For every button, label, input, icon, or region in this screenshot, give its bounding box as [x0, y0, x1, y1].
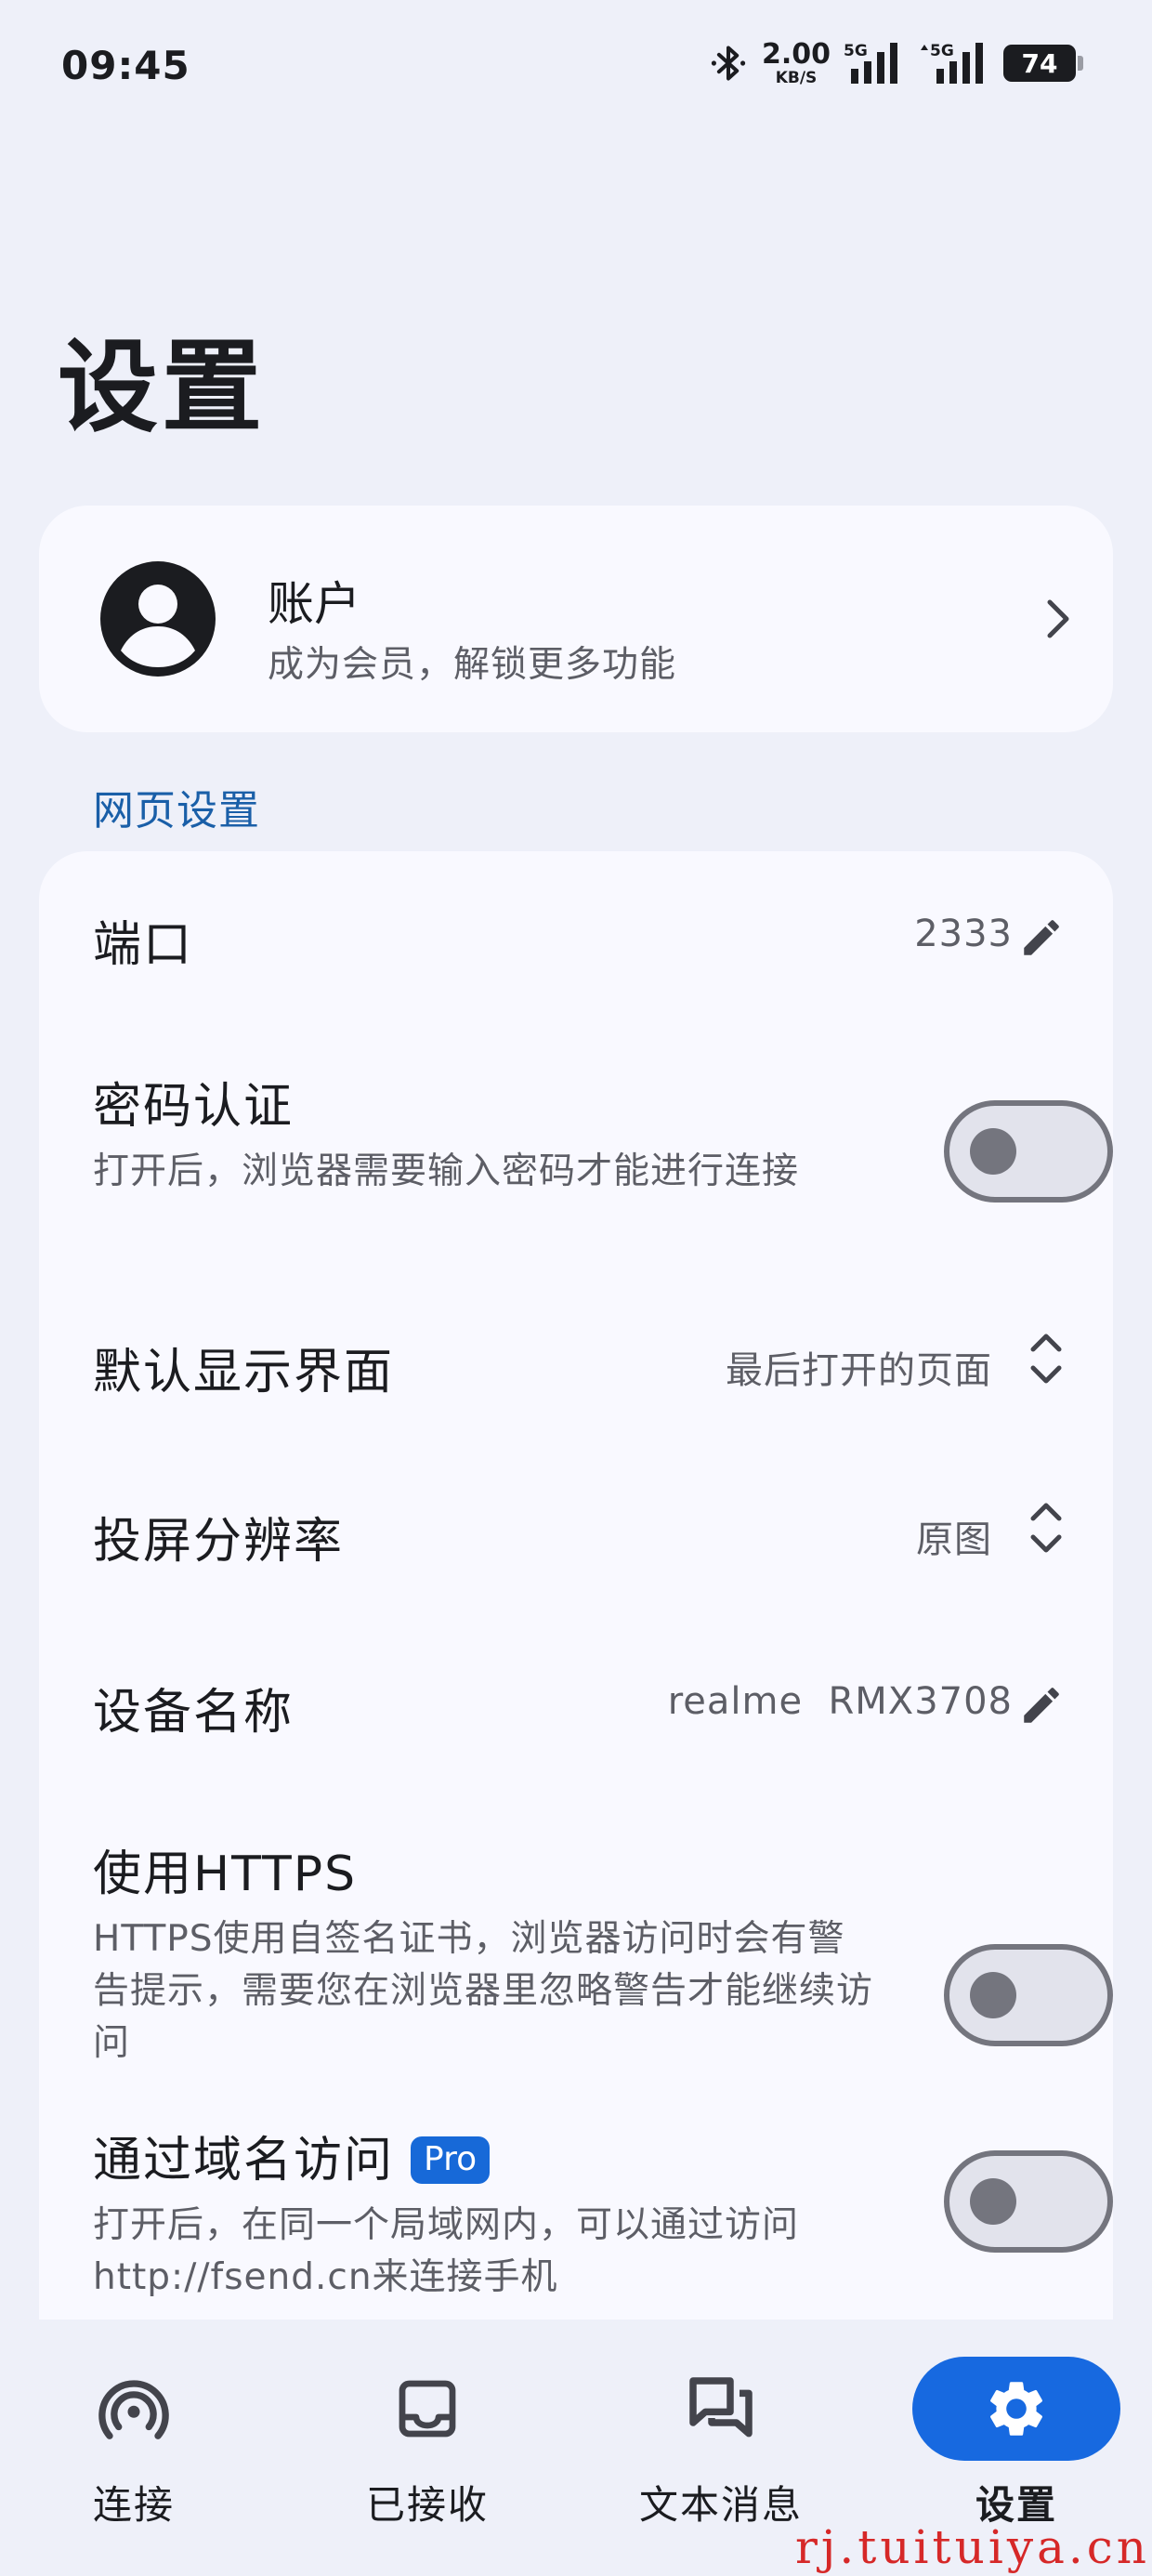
nav-label-connect: 连接 [92, 2482, 175, 2528]
status-time: 09:45 [61, 43, 190, 88]
section-title-web-settings: 网页设置 [93, 787, 260, 835]
setting-port-value: 2333 [914, 913, 1013, 955]
https-toggle[interactable] [944, 1944, 1113, 2046]
setting-cast-resolution-value: 原图 [916, 1518, 992, 1561]
password-auth-toggle[interactable] [944, 1100, 1113, 1203]
setting-domain-access[interactable]: 通过域名访问 Pro 打开后，在同一个局域网内，可以通过访问http://fsen… [93, 2121, 1113, 2320]
setting-password-auth[interactable]: 密码认证 打开后，浏览器需要输入密码才能进行连接 [93, 1067, 1113, 1253]
nav-label-received: 已接收 [365, 2482, 489, 2528]
network-speed-value: 2.00 [761, 37, 831, 71]
account-avatar-icon [100, 561, 216, 677]
signal1-label: 5G [844, 42, 868, 60]
edit-icon[interactable] [1018, 1682, 1065, 1728]
account-subtitle: 成为会员，解锁更多功能 [268, 644, 677, 686]
setting-https[interactable]: 使用HTTPS HTTPS使用自签名证书，浏览器访问时会有警告提示，需要您在浏览… [93, 1834, 1113, 2076]
setting-domain-access-title-text: 通过域名访问 [93, 2133, 395, 2188]
inbox-icon [399, 2380, 456, 2438]
signal-5g-data-icon: 5G [921, 42, 983, 84]
network-speed-unit: KB/S [775, 68, 818, 87]
chat-icon [689, 2377, 753, 2438]
gear-icon [989, 2382, 1043, 2436]
edit-icon[interactable] [1018, 914, 1065, 961]
setting-https-title: 使用HTTPS [93, 1847, 358, 1902]
web-settings-card: 端口 2333 密码认证 打开后，浏览器需要输入密码才能进行连接 默认显示界面 … [39, 851, 1113, 2320]
bluetooth-icon [711, 46, 746, 81]
watermark-text: rj.tuituiya.cn [794, 2520, 1150, 2574]
account-card[interactable]: 账户 成为会员，解锁更多功能 [39, 506, 1113, 732]
page-title: 设置 [58, 330, 267, 446]
battery-icon: 74 [1003, 45, 1083, 82]
setting-device-name[interactable]: 设备名称 realme RMX3708 [93, 1673, 1113, 1756]
chevron-right-icon [1047, 599, 1069, 638]
nav-active-indicator [912, 2357, 1120, 2461]
pro-badge: Pro [411, 2136, 491, 2184]
battery-level: 74 [1021, 47, 1058, 79]
network-speed: 2.00 KB/S [761, 37, 831, 87]
setting-port[interactable]: 端口 2333 [93, 905, 1113, 989]
nav-item-received[interactable]: 已接收 [307, 2320, 548, 2576]
setting-default-view-value: 最后打开的页面 [726, 1349, 992, 1392]
account-title: 账户 [268, 577, 360, 631]
broadcast-icon [98, 2380, 169, 2439]
nav-item-connect[interactable]: 连接 [13, 2320, 255, 2576]
status-bar: 09:45 2.00 KB/S 5G 5G 74 [0, 0, 1152, 139]
domain-access-toggle[interactable] [944, 2150, 1113, 2253]
setting-device-name-value: realme RMX3708 [667, 1680, 1013, 1723]
status-icons: 2.00 KB/S 5G 5G 74 [708, 37, 1083, 89]
setting-https-desc: HTTPS使用自签名证书，浏览器访问时会有警告提示，需要您在浏览器里忽略警告才能… [93, 1918, 874, 2064]
setting-default-view[interactable]: 默认显示界面 最后打开的页面 [93, 1333, 1113, 1416]
setting-domain-access-desc: 打开后，在同一个局域网内，可以通过访问http://fsend.cn来连接手机 [93, 2204, 800, 2298]
setting-password-auth-desc: 打开后，浏览器需要输入密码才能进行连接 [93, 1150, 800, 1192]
signal2-label: 5G [930, 42, 954, 60]
signal-5g-icon: 5G [844, 42, 897, 84]
unfold-icon [1030, 1334, 1062, 1384]
setting-cast-resolution[interactable]: 投屏分辨率 原图 [93, 1502, 1113, 1585]
unfold-icon [1030, 1503, 1062, 1553]
